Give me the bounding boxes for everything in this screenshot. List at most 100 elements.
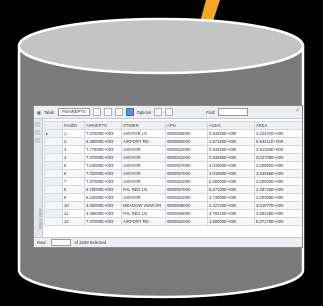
table-cell[interactable]: 2.55448E+000	[254, 209, 302, 218]
column-header[interactable]: STIMER	[121, 121, 166, 130]
table-cell[interactable]: 6	[62, 169, 85, 178]
row-selector[interactable]	[44, 145, 63, 154]
row-number-input[interactable]	[50, 239, 71, 246]
side-button-2[interactable]	[35, 130, 40, 135]
table-row[interactable]: 9 6.22000E+003 AVIATOR 0500931000 3.73000E+0…	[44, 193, 302, 202]
table-cell[interactable]: 9	[62, 193, 85, 202]
header-row-selector[interactable]	[44, 121, 63, 130]
table-cell[interactable]: 0.53260E+000	[207, 153, 255, 162]
options-icon[interactable]	[125, 108, 134, 116]
table-cell[interactable]: 11	[62, 209, 85, 218]
table-row[interactable]: 4 7.37000E+003 AVIATOR 0500931000 0.53260E+0…	[44, 153, 302, 162]
toolbar-button-1[interactable]	[92, 108, 101, 116]
toolbar-button-2[interactable]	[103, 108, 112, 116]
table-cell[interactable]: 0500937000	[165, 161, 208, 170]
table-cell[interactable]: 12	[62, 217, 85, 226]
table-cell[interactable]: 4.01900E+000	[207, 161, 255, 170]
table-cell[interactable]: 4.22447E+000	[254, 129, 302, 138]
table-cell[interactable]: 7.37900E+003	[84, 129, 122, 138]
row-selector[interactable]	[44, 161, 63, 170]
table-cell[interactable]: 2.53456E+000	[254, 169, 302, 178]
table-cell[interactable]: 3	[62, 145, 85, 154]
table-cell[interactable]: 0500935000	[165, 201, 208, 210]
table-cell[interactable]: 6.38000E+003	[84, 137, 122, 146]
table-cell[interactable]: 0500931000	[165, 193, 208, 202]
side-button-1[interactable]	[35, 122, 40, 127]
table-cell[interactable]: MEADOW VIEW DR	[121, 201, 166, 210]
table-cell[interactable]: 7.37000E+003	[84, 217, 122, 226]
table-cell[interactable]: 4	[62, 153, 85, 162]
table-cell[interactable]: 7.02000E+003	[84, 169, 122, 178]
table-cell[interactable]: 4.05000E+003	[84, 201, 122, 210]
table-cell[interactable]: 0500830000	[165, 129, 208, 138]
row-selector[interactable]: ▸	[44, 129, 63, 138]
toolbar-button-3[interactable]	[114, 108, 123, 116]
table-cell[interactable]: PAL RED LN	[121, 209, 166, 218]
table-cell[interactable]: 5.27100E+000	[207, 185, 255, 194]
table-cell[interactable]: 5	[62, 161, 85, 170]
table-cell[interactable]: 6.78000E+003	[84, 185, 122, 194]
row-selector[interactable]	[44, 169, 63, 178]
table-cell[interactable]: 0500937000	[165, 185, 208, 194]
table-cell[interactable]: 0.55000E+000	[207, 177, 255, 186]
column-header[interactable]: AIRHEPTS	[84, 121, 122, 130]
table-cell[interactable]: 4.01900E+000	[207, 169, 255, 178]
table-cell[interactable]: AIRPORT RD	[121, 217, 166, 226]
table-cell[interactable]: 6.84411E+000	[254, 137, 302, 146]
table-name-select[interactable]: PointREPTS	[58, 108, 90, 116]
toolbar-button-4[interactable]	[154, 108, 163, 116]
table-cell[interactable]: AVIATOR	[121, 177, 166, 186]
table-cell[interactable]: 4.59500E+003	[84, 209, 122, 218]
table-cell[interactable]: AVIATOR	[121, 161, 166, 170]
row-selector[interactable]	[44, 137, 63, 146]
table-cell[interactable]: 0500932000	[165, 217, 208, 226]
table-cell[interactable]: 0500935000	[165, 209, 208, 218]
table-cell[interactable]: 2.00300E+000	[254, 193, 302, 202]
table-cell[interactable]: AIRPORT RD	[121, 137, 166, 146]
table-cell[interactable]: 1	[62, 129, 85, 138]
table-cell[interactable]: 5.07178E+000	[254, 217, 302, 226]
table-cell[interactable]: 0.53250E+000	[207, 145, 255, 154]
table-cell[interactable]: 3.73000E+000	[207, 193, 255, 202]
table-row[interactable]: 3 7.77800E+003 AVIATOR 0500832000 0.53250E+0…	[44, 145, 302, 154]
table-cell[interactable]: AVIATOR LS	[121, 129, 166, 138]
find-input[interactable]	[218, 108, 249, 116]
table-cell[interactable]: AVIATOR	[121, 193, 166, 202]
table-cell[interactable]: PAL RED LN	[121, 185, 166, 194]
table-cell[interactable]: 0500931000	[165, 153, 208, 162]
table-cell[interactable]: AVIATOR	[121, 153, 166, 162]
table-cell[interactable]: 8	[62, 185, 85, 194]
column-header[interactable]: AGES	[207, 121, 255, 130]
row-selector[interactable]	[44, 193, 63, 202]
table-row[interactable]: 10 4.05000E+003 MEADOW VIEW DR 0500935000 4.…	[44, 201, 302, 210]
row-selector[interactable]	[44, 177, 63, 186]
column-header[interactable]: FieldID	[62, 121, 85, 130]
options-button[interactable]: Options	[137, 110, 151, 115]
table-cell[interactable]: AVIATOR	[121, 169, 166, 178]
table-cell[interactable]: 1.57160E+000	[207, 137, 255, 146]
row-selector[interactable]	[44, 153, 63, 162]
table-cell[interactable]: 3.00992E+000	[254, 161, 302, 170]
table-cell[interactable]: 7.37000E+003	[84, 153, 122, 162]
table-cell[interactable]: 2.29732E+000	[254, 185, 302, 194]
table-row[interactable]: 5 7.04000E+003 AVIATOR 0500937000 4.01900E+0…	[44, 161, 302, 170]
row-selector[interactable]	[44, 209, 63, 218]
table-cell[interactable]: 3.00500E+000	[254, 177, 302, 186]
toolbar-button-5[interactable]	[165, 108, 174, 116]
table-row[interactable]: 7 7.37000E+003 AVIATOR 0500931000 0.55000E+0…	[44, 177, 302, 186]
table-row[interactable]: 6 7.02000E+003 AVIATOR 0500937000 4.01900E+0…	[44, 169, 302, 178]
table-cell[interactable]: 0500832000	[165, 145, 208, 154]
table-cell[interactable]: 0500830000	[165, 137, 208, 146]
table-row[interactable]: 2 6.38000E+003 AIRPORT RD 0500830000 1.57160…	[44, 137, 302, 146]
table-cell[interactable]: 7.04000E+003	[84, 161, 122, 170]
table-cell[interactable]: 3.02700E+000	[254, 153, 302, 162]
table-cell[interactable]: 6.22000E+003	[84, 193, 122, 202]
table-row[interactable]: 8 6.78000E+003 PAL RED LN 0500937000 5.27100…	[44, 185, 302, 194]
table-row[interactable]: ▸ 1 7.37900E+003 AVIATOR LS 0500830000 0.5325…	[44, 129, 302, 138]
table-cell[interactable]: 2	[62, 137, 85, 146]
table-cell[interactable]: 3.91108E+000	[254, 145, 302, 154]
table-row[interactable]: 12 7.37000E+003 AIRPORT RD 0500932000 1.6500…	[44, 217, 302, 226]
table-cell[interactable]: 3.01077E+000	[254, 201, 302, 210]
table-cell[interactable]: 1.65000E+000	[207, 217, 255, 226]
column-header[interactable]: AREA	[254, 121, 302, 130]
